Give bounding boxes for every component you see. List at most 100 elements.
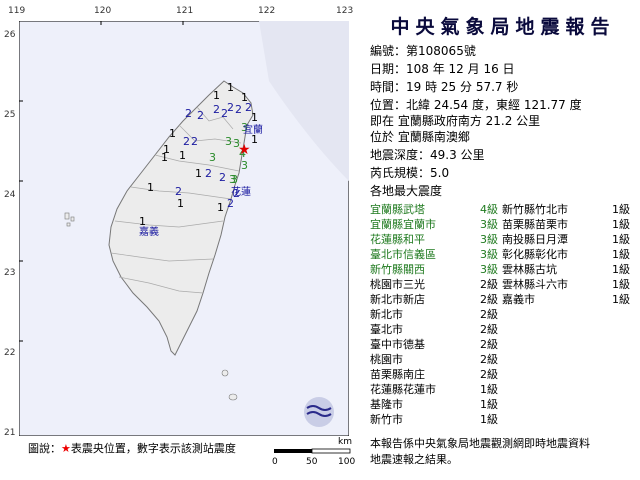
intensity-row: 新北市新店 2級 bbox=[370, 291, 498, 307]
station-mark: 1 bbox=[177, 197, 184, 210]
intensity-level: 1級 bbox=[480, 413, 498, 426]
intensity-level: 2級 bbox=[480, 293, 498, 306]
intensity-level: 1級 bbox=[612, 218, 630, 231]
intensity-row: 桃園市 2級 bbox=[370, 351, 498, 367]
intensity-station: 苗栗縣南庄 bbox=[370, 368, 425, 381]
station-mark: 3 bbox=[231, 173, 238, 186]
intensity-station: 嘉義市 bbox=[502, 293, 535, 306]
lon-tick: 121 bbox=[176, 6, 194, 16]
place-label-chiayi: 嘉義 bbox=[139, 225, 159, 238]
intensity-row: 南投縣日月潭 1級 bbox=[502, 231, 630, 247]
intensity-row: 臺北市信義區 3級 bbox=[370, 246, 498, 262]
intensity-level: 2級 bbox=[480, 338, 498, 351]
intensity-row: 彰化縣彰化市 1級 bbox=[502, 246, 630, 262]
station-mark: 1 bbox=[179, 149, 186, 162]
intensity-station: 桃園市 bbox=[370, 353, 403, 366]
epicenter-star-icon: ★ bbox=[238, 142, 251, 158]
station-mark: 2 bbox=[213, 103, 220, 116]
report-title: 中央氣象局地震報告 bbox=[390, 16, 616, 38]
intensity-station: 新竹縣關西 bbox=[370, 263, 425, 276]
intensity-row: 雲林縣古坑 1級 bbox=[502, 261, 630, 277]
report-depth-line: 地震深度：49.3 公里 bbox=[370, 146, 485, 163]
station-mark: 2 bbox=[227, 101, 234, 114]
report-position: 北緯 24.54 度，東經 121.77 度 bbox=[406, 98, 582, 112]
report-panel: 中央氣象局地震報告 編號：第108065號 日期：108 年 12 月 16 日… bbox=[360, 0, 640, 480]
intensity-row: 新北市 2級 bbox=[370, 306, 498, 322]
scale-tick-0: 0 bbox=[272, 457, 278, 467]
station-mark: 2 bbox=[219, 171, 226, 184]
lat-tick: 24 bbox=[4, 190, 16, 200]
lat-tick: 22 bbox=[4, 348, 16, 358]
intensity-row: 苗栗縣苗栗市 1級 bbox=[502, 216, 630, 232]
intensity-level: 1級 bbox=[612, 233, 630, 246]
intensity-level: 2級 bbox=[480, 353, 498, 366]
station-mark: 3 bbox=[225, 135, 232, 148]
station-mark: 2 bbox=[205, 167, 212, 180]
place-label-yilan: 宜蘭 bbox=[243, 123, 263, 136]
report-number: 第108065號 bbox=[406, 44, 476, 58]
report-depth-label: 地震深度： bbox=[370, 148, 431, 162]
intensity-station: 桃園市三光 bbox=[370, 278, 425, 291]
lat-tick: 26 bbox=[4, 30, 16, 40]
lat-tick: 23 bbox=[4, 268, 16, 278]
station-mark: 3 bbox=[209, 151, 216, 164]
intensity-station: 新竹市 bbox=[370, 413, 403, 426]
intensity-station: 雲林縣斗六市 bbox=[502, 278, 568, 291]
intensity-station: 宜蘭縣武塔 bbox=[370, 203, 425, 216]
lat-tick: 25 bbox=[4, 110, 16, 120]
intensity-level: 1級 bbox=[612, 278, 630, 291]
cwb-logo bbox=[304, 397, 334, 427]
intensity-level: 1級 bbox=[612, 203, 630, 216]
legend-text: 表震央位置，數字表示該測站震度 bbox=[70, 442, 236, 455]
scale-tick-50: 50 bbox=[306, 457, 318, 467]
intensity-row: 新竹縣關西 3級 bbox=[370, 261, 498, 277]
intensity-level: 3級 bbox=[480, 218, 498, 231]
scale-bar: km 0 50 100 bbox=[270, 437, 355, 469]
legend-prefix: 圖說： bbox=[28, 442, 61, 455]
report-number-label: 編號： bbox=[370, 44, 407, 58]
station-mark: 1 bbox=[163, 143, 170, 156]
intensity-level: 1級 bbox=[612, 248, 630, 261]
report-date: 108 年 12 月 16 日 bbox=[406, 62, 515, 76]
intensity-level: 1級 bbox=[612, 263, 630, 276]
station-mark: 1 bbox=[195, 167, 202, 180]
scale-unit: km bbox=[338, 437, 352, 447]
intensity-level: 2級 bbox=[480, 308, 498, 321]
report-magnitude-line: 芮氏規模：5.0 bbox=[370, 164, 449, 181]
intensity-level: 3級 bbox=[480, 263, 498, 276]
intensity-row: 花蓮縣花蓮市 1級 bbox=[370, 381, 498, 397]
station-mark: 1 bbox=[213, 89, 220, 102]
intensity-level: 4級 bbox=[480, 203, 498, 216]
intensity-level: 2級 bbox=[480, 278, 498, 291]
intensity-row: 基隆市 1級 bbox=[370, 396, 498, 412]
station-mark: 1 bbox=[227, 81, 234, 94]
report-position-line: 位置：北緯 24.54 度，東經 121.77 度 bbox=[370, 96, 582, 113]
intensity-station: 雲林縣古坑 bbox=[502, 263, 557, 276]
report-magnitude-label: 芮氏規模： bbox=[370, 166, 431, 180]
intensity-row: 桃園市三光 2級 bbox=[370, 276, 498, 292]
intensity-level: 1級 bbox=[480, 398, 498, 411]
intensity-station: 臺中市德基 bbox=[370, 338, 425, 351]
station-mark: 2 bbox=[227, 197, 234, 210]
report-time-line: 時間：19 時 25 分 57.7 秒 bbox=[370, 78, 518, 95]
lon-tick: 122 bbox=[258, 6, 276, 16]
lat-tick: 21 bbox=[4, 428, 16, 438]
intensity-station: 新北市 bbox=[370, 308, 403, 321]
intensity-station: 苗栗縣苗栗市 bbox=[502, 218, 568, 231]
intensity-station: 彰化縣彰化市 bbox=[502, 248, 568, 261]
footer-line-1: 本報告係中央氣象局地震觀測網即時地震資料 bbox=[370, 437, 590, 450]
station-mark: 1 bbox=[251, 111, 258, 124]
report-position-label: 位置： bbox=[370, 98, 407, 112]
intensity-row: 嘉義市 1級 bbox=[502, 291, 630, 307]
lon-tick: 123 bbox=[336, 6, 354, 16]
intensity-station: 宜蘭縣宜蘭市 bbox=[370, 218, 436, 231]
intensity-row: 臺中市德基 2級 bbox=[370, 336, 498, 352]
report-footer: 本報告係中央氣象局地震觀測網即時地震資料 地震速報之結果。 bbox=[370, 436, 590, 468]
intensity-row: 新竹縣竹北市 1級 bbox=[502, 201, 630, 217]
intensity-station: 南投縣日月潭 bbox=[502, 233, 568, 246]
intensity-row: 雲林縣斗六市 1級 bbox=[502, 276, 630, 292]
station-mark: 1 bbox=[169, 127, 176, 140]
report-position-relative: 即在 宜蘭縣政府南方 21.2 公里 bbox=[370, 114, 541, 128]
station-mark: 2 bbox=[191, 135, 198, 148]
intensity-row: 臺北市 2級 bbox=[370, 321, 498, 337]
